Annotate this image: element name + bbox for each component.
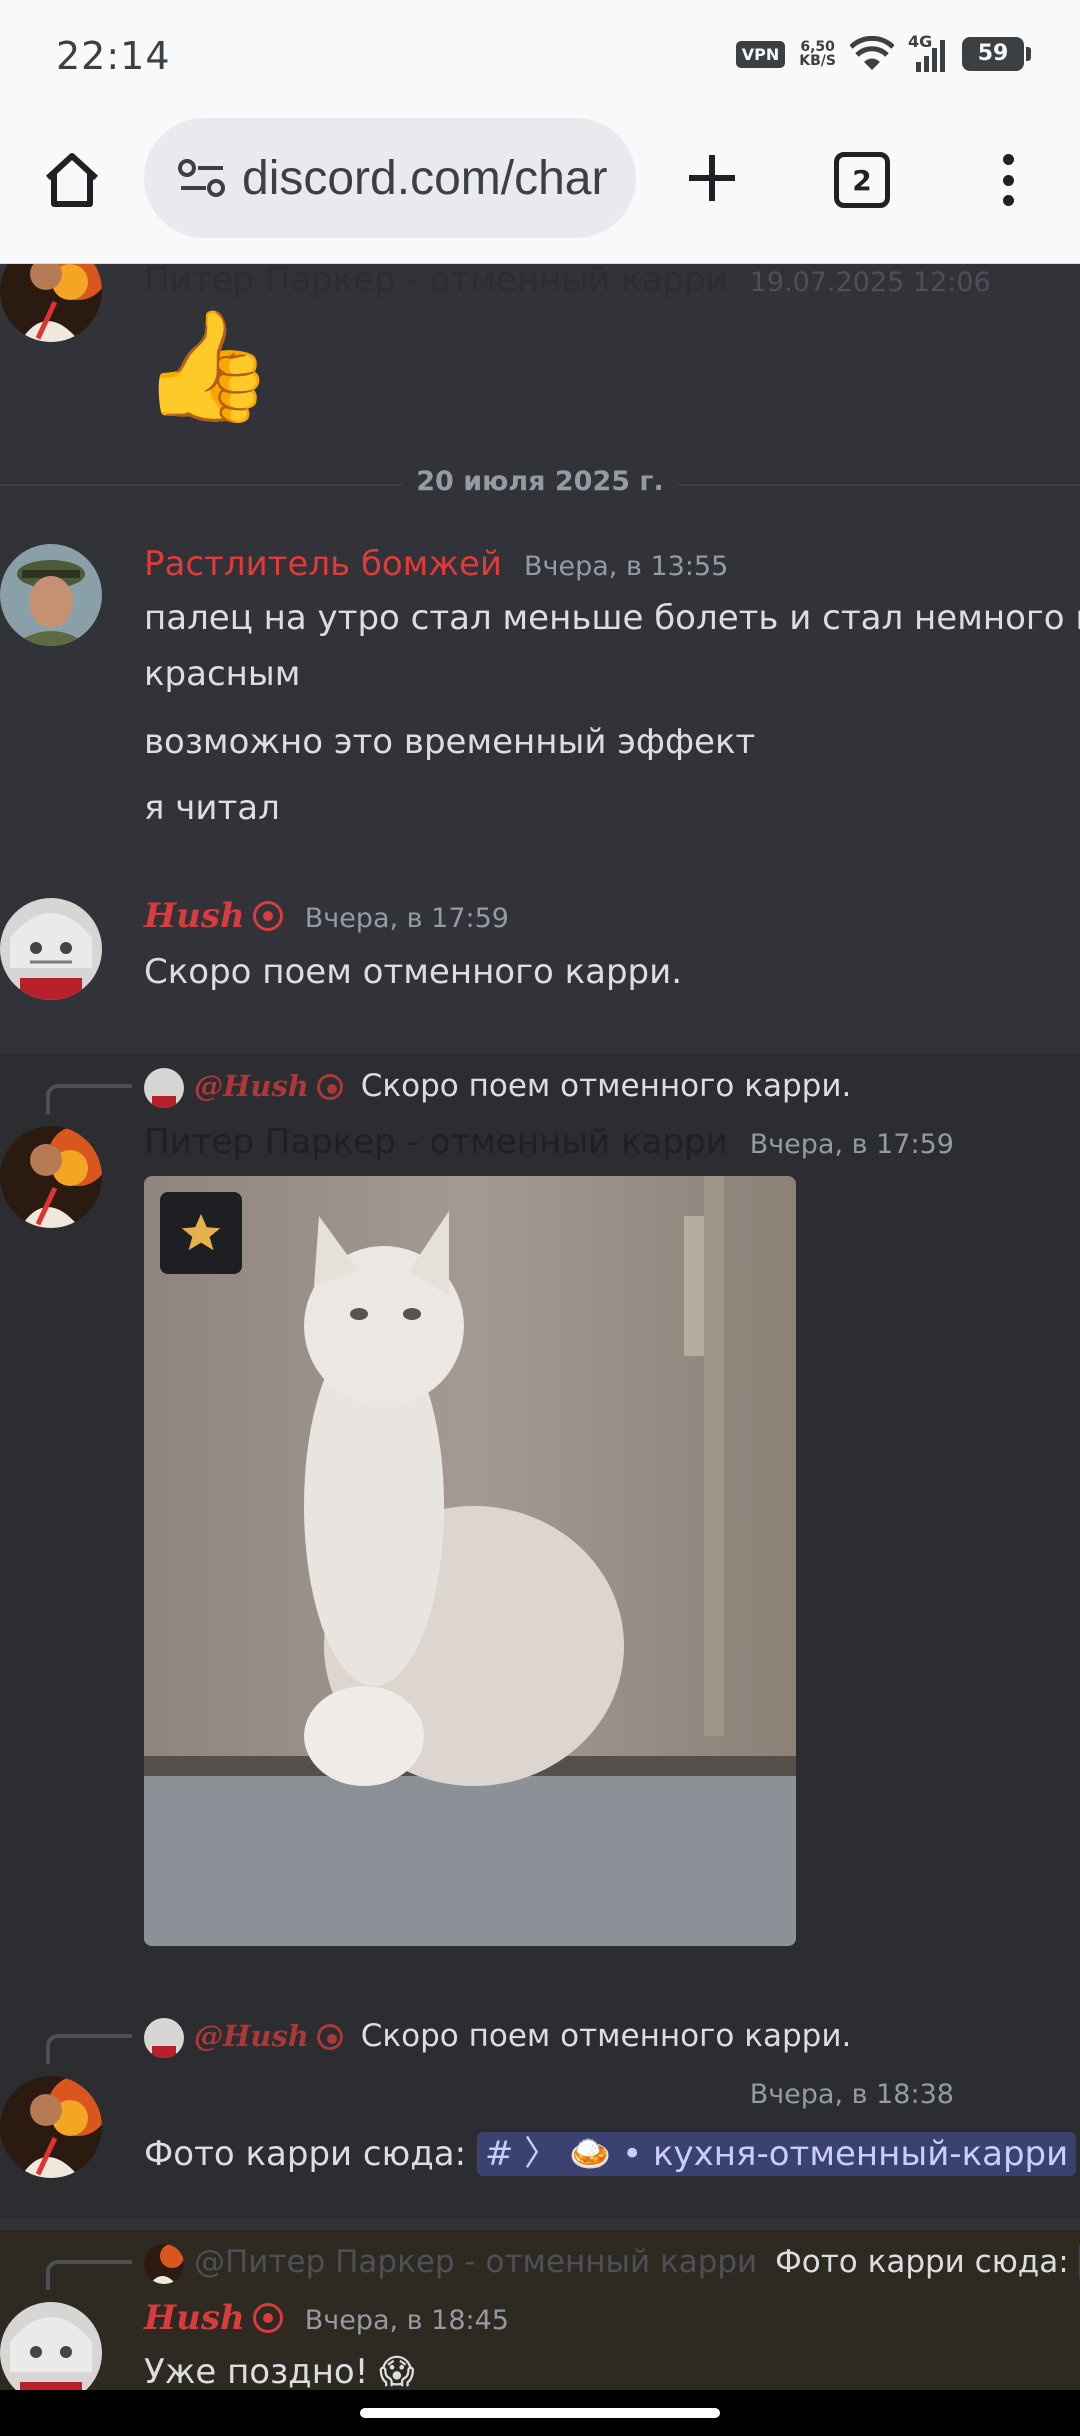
message-author[interactable]: Питер Паркер - отменный карри Вчера, в 17… (144, 1122, 954, 1162)
avatar[interactable] (0, 898, 102, 1000)
tabs-button[interactable]: 2 (834, 152, 890, 208)
message-author[interactable]: Hush Вчера, в 17:59 (144, 896, 509, 936)
status-bar: 22:14 VPN 6,50 KB/S 4G 59 (0, 0, 1080, 108)
image-attachment[interactable] (144, 1176, 796, 1946)
wifi-icon (850, 36, 894, 70)
message-text: возможно это временный эффект (144, 722, 756, 762)
channel-mention[interactable]: # 〉 🍛 • кухня-отменный-карри (476, 2132, 1077, 2176)
scream-emoji: 😱 (379, 2352, 415, 2390)
role-icon (252, 2303, 283, 2333)
role-icon (252, 901, 283, 931)
message-text: Скоро поем отменного карри. (144, 952, 683, 992)
avatar[interactable] (0, 1126, 102, 1228)
favorite-button[interactable] (160, 1192, 242, 1274)
reply-connector (46, 2260, 132, 2290)
avatar[interactable] (0, 264, 102, 342)
navigation-bar (0, 2390, 1080, 2436)
status-icons: VPN 6,50 KB/S 4G 59 (735, 32, 1031, 72)
message-author[interactable]: Питер Паркер - отменный карри 19.07.2025 … (144, 264, 991, 300)
avatar[interactable] (0, 544, 102, 646)
reply-preview[interactable]: @Hush Скоро поем отменного карри. (194, 2018, 851, 2054)
site-settings-button[interactable] (174, 150, 230, 206)
message-group: Hush Вчера, в 17:59 Скоро поем отменного … (0, 894, 1080, 1044)
thumbs-up-emoji: 👍 (140, 304, 275, 429)
message-author[interactable]: Hush Вчера, в 18:45 (144, 2298, 509, 2338)
reply-avatar (144, 2018, 184, 2058)
chat-area[interactable]: Питер Паркер - отменный карри 19.07.2025 … (0, 264, 1080, 2390)
message-text: я читал (144, 788, 280, 828)
cellular-icon: 4G (908, 32, 948, 72)
role-icon (316, 2024, 343, 2050)
star-icon (181, 1213, 221, 1251)
message-group: @Hush Скоро поем отменного карри. Питер … (0, 2004, 1080, 2178)
reply-connector (46, 2034, 132, 2064)
gesture-handle[interactable] (360, 2408, 720, 2418)
address-bar[interactable]: discord.com/char (144, 118, 636, 238)
vpn-icon: VPN (735, 40, 786, 68)
reply-connector (46, 1084, 132, 1114)
reply-preview[interactable]: @Hush Скоро поем отменного карри. (194, 1068, 851, 1104)
avatar[interactable] (0, 2302, 102, 2390)
avatar[interactable] (0, 2076, 102, 2178)
message-author[interactable]: Растлитель бомжей Вчера, в 13:55 (144, 544, 728, 584)
status-time: 22:14 (56, 34, 171, 78)
date-divider: 20 июля 2025 г. (0, 466, 1080, 497)
home-button[interactable] (40, 148, 104, 212)
new-tab-button[interactable] (680, 146, 744, 210)
message-group: Питер Паркер - отменный карри 19.07.2025 … (0, 264, 1080, 500)
message-group: Растлитель бомжей Вчера, в 13:55 палец на… (0, 540, 1080, 840)
message-text: Уже поздно! 😱 (144, 2352, 415, 2390)
site-settings-icon (178, 159, 225, 197)
more-vert-icon[interactable] (990, 148, 1026, 212)
plus-icon (689, 155, 735, 201)
message-text: красным (144, 654, 301, 694)
reply-preview[interactable]: @Питер Паркер - отменный карри Фото карр… (194, 2242, 1080, 2282)
message-text: палец на утро стал меньше болеть и стал … (144, 598, 1080, 638)
message-author[interactable]: Питер Паркер - отменный карри Вчера, в 18… (144, 2072, 954, 2112)
reply-avatar (144, 1068, 184, 1108)
url-text: discord.com/char (242, 151, 608, 205)
message-group-mention: @Питер Паркер - отменный карри Фото карр… (0, 2230, 1080, 2390)
battery-icon: 59 (962, 37, 1031, 71)
message-text: Фото карри сюда: # 〉 🍛 • кухня-отменный-… (144, 2126, 1077, 2176)
net-speed: 6,50 KB/S (799, 39, 836, 69)
reply-avatar (144, 2244, 184, 2284)
home-icon (45, 153, 99, 207)
browser-toolbar: discord.com/char 2 (0, 108, 1080, 264)
role-icon (316, 1074, 343, 1100)
